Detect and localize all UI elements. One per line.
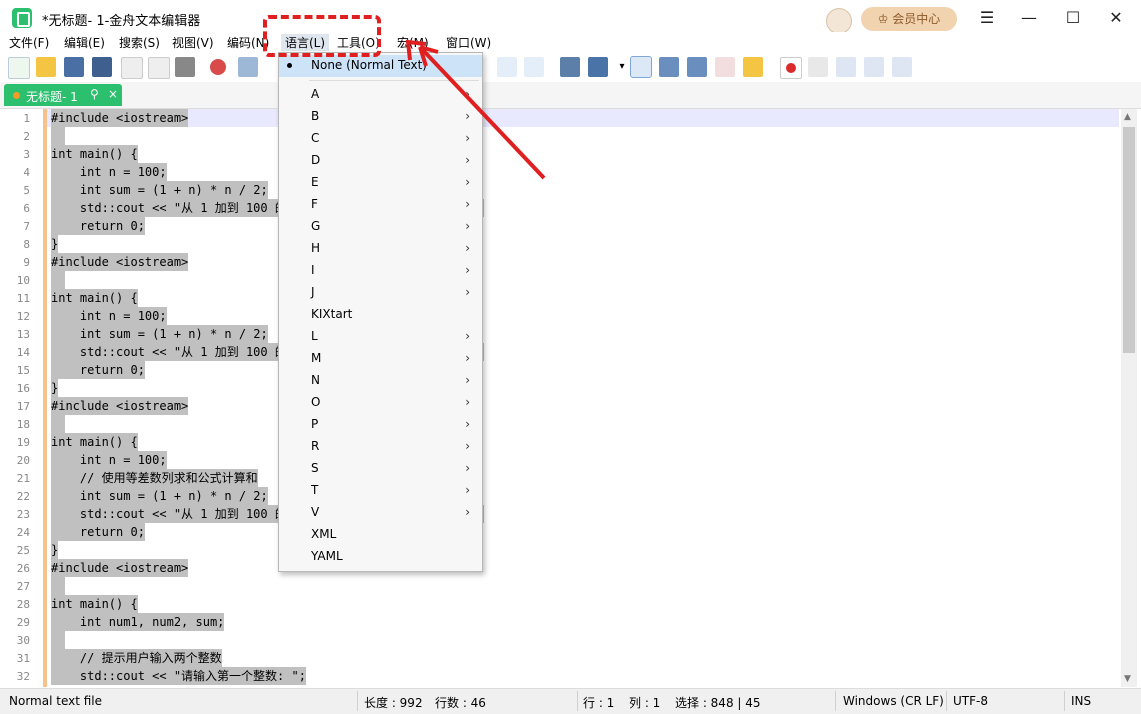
annotation-arrow: [405, 39, 546, 180]
arrow-shaft: [418, 45, 546, 180]
